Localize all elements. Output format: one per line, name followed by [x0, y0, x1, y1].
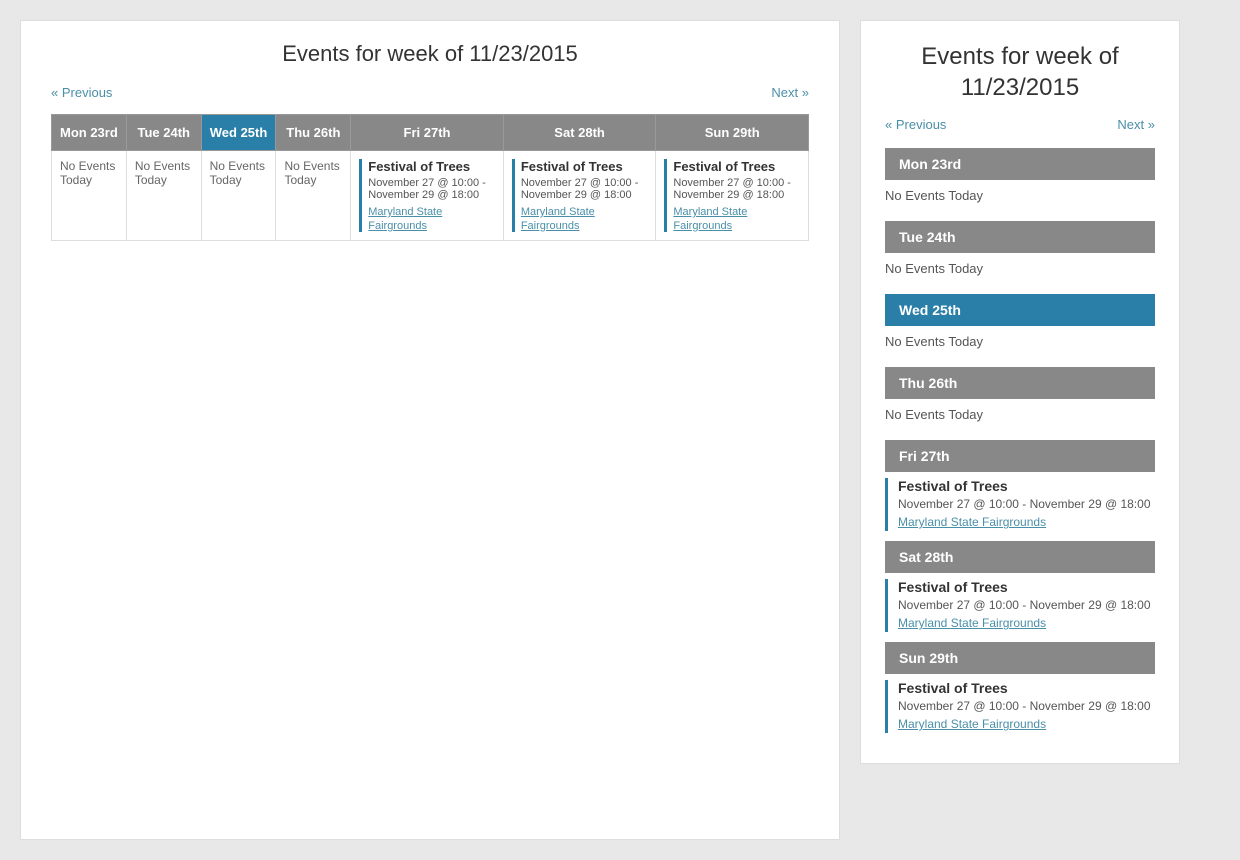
- event-location-link[interactable]: Maryland State Fairgrounds: [521, 206, 595, 232]
- right-event-card: Festival of Trees November 27 @ 10:00 - N…: [885, 680, 1155, 733]
- left-day-header: Tue 24th: [126, 115, 201, 151]
- left-day-cell: No Events Today: [126, 151, 201, 241]
- right-event-title: Festival of Trees: [898, 680, 1155, 696]
- right-event-time: November 27 @ 10:00 - November 29 @ 18:0…: [898, 598, 1155, 612]
- right-day-section: Mon 23rd No Events Today: [885, 148, 1155, 213]
- right-day-header: Sat 28th: [885, 541, 1155, 573]
- week-table: Mon 23rdTue 24thWed 25thThu 26thFri 27th…: [51, 114, 809, 241]
- right-day-section: Thu 26th No Events Today: [885, 367, 1155, 432]
- right-day-section: Sat 28th Festival of Trees November 27 @ 1…: [885, 541, 1155, 632]
- left-day-cell: No Events Today: [52, 151, 127, 241]
- left-nav-row: « Previous Next »: [51, 85, 809, 100]
- right-event-title: Festival of Trees: [898, 478, 1155, 494]
- right-day-section: Wed 25th No Events Today: [885, 294, 1155, 359]
- event-time: November 27 @ 10:00 - November 29 @ 18:0…: [521, 177, 648, 201]
- no-events-label: No Events Today: [135, 159, 190, 187]
- event-title: Festival of Trees: [521, 159, 648, 174]
- left-day-cell: Festival of Trees November 27 @ 10:00 - N…: [656, 151, 809, 241]
- left-day-header: Thu 26th: [276, 115, 351, 151]
- right-no-events-label: No Events Today: [885, 405, 1155, 432]
- event-card: Festival of Trees November 27 @ 10:00 - N…: [359, 159, 495, 232]
- right-event-title: Festival of Trees: [898, 579, 1155, 595]
- event-title: Festival of Trees: [673, 159, 800, 174]
- left-panel-title: Events for week of 11/23/2015: [51, 41, 809, 67]
- left-day-header: Wed 25th: [201, 115, 276, 151]
- left-day-header: Fri 27th: [351, 115, 504, 151]
- right-panel-title: Events for week of 11/23/2015: [885, 41, 1155, 103]
- no-events-label: No Events Today: [284, 159, 339, 187]
- right-day-header: Tue 24th: [885, 221, 1155, 253]
- right-event-location-link[interactable]: Maryland State Fairgrounds: [898, 717, 1046, 731]
- right-no-events-label: No Events Today: [885, 259, 1155, 286]
- right-next-link[interactable]: Next »: [1117, 117, 1155, 132]
- left-panel: Events for week of 11/23/2015 « Previous…: [20, 20, 840, 840]
- right-nav-row: « Previous Next »: [885, 117, 1155, 132]
- left-day-header: Mon 23rd: [52, 115, 127, 151]
- event-card: Festival of Trees November 27 @ 10:00 - N…: [512, 159, 648, 232]
- right-day-header: Fri 27th: [885, 440, 1155, 472]
- right-event-location-link[interactable]: Maryland State Fairgrounds: [898, 616, 1046, 630]
- right-event-location-link[interactable]: Maryland State Fairgrounds: [898, 515, 1046, 529]
- event-time: November 27 @ 10:00 - November 29 @ 18:0…: [368, 177, 495, 201]
- right-event-card: Festival of Trees November 27 @ 10:00 - N…: [885, 478, 1155, 531]
- no-events-label: No Events Today: [60, 159, 115, 187]
- event-location-link[interactable]: Maryland State Fairgrounds: [673, 206, 747, 232]
- right-day-section: Sun 29th Festival of Trees November 27 @ 1…: [885, 642, 1155, 733]
- right-day-header: Sun 29th: [885, 642, 1155, 674]
- event-title: Festival of Trees: [368, 159, 495, 174]
- no-events-label: No Events Today: [210, 159, 265, 187]
- left-prev-link[interactable]: « Previous: [51, 85, 112, 100]
- right-days-container: Mon 23rd No Events Today Tue 24th No Events…: [885, 148, 1155, 733]
- left-next-link[interactable]: Next »: [771, 85, 809, 100]
- right-no-events-label: No Events Today: [885, 332, 1155, 359]
- right-day-header: Wed 25th: [885, 294, 1155, 326]
- right-day-section: Fri 27th Festival of Trees November 27 @ 1…: [885, 440, 1155, 531]
- left-day-header: Sat 28th: [503, 115, 656, 151]
- right-day-header: Thu 26th: [885, 367, 1155, 399]
- right-event-card: Festival of Trees November 27 @ 10:00 - N…: [885, 579, 1155, 632]
- left-day-cell: No Events Today: [201, 151, 276, 241]
- event-card: Festival of Trees November 27 @ 10:00 - N…: [664, 159, 800, 232]
- right-event-time: November 27 @ 10:00 - November 29 @ 18:0…: [898, 699, 1155, 713]
- right-no-events-label: No Events Today: [885, 186, 1155, 213]
- left-day-cell: Festival of Trees November 27 @ 10:00 - N…: [503, 151, 656, 241]
- left-day-cell: No Events Today: [276, 151, 351, 241]
- right-day-header: Mon 23rd: [885, 148, 1155, 180]
- event-time: November 27 @ 10:00 - November 29 @ 18:0…: [673, 177, 800, 201]
- right-event-time: November 27 @ 10:00 - November 29 @ 18:0…: [898, 497, 1155, 511]
- right-prev-link[interactable]: « Previous: [885, 117, 946, 132]
- right-panel: Events for week of 11/23/2015 « Previous…: [860, 20, 1180, 764]
- event-location-link[interactable]: Maryland State Fairgrounds: [368, 206, 442, 232]
- left-day-cell: Festival of Trees November 27 @ 10:00 - N…: [351, 151, 504, 241]
- left-day-header: Sun 29th: [656, 115, 809, 151]
- right-day-section: Tue 24th No Events Today: [885, 221, 1155, 286]
